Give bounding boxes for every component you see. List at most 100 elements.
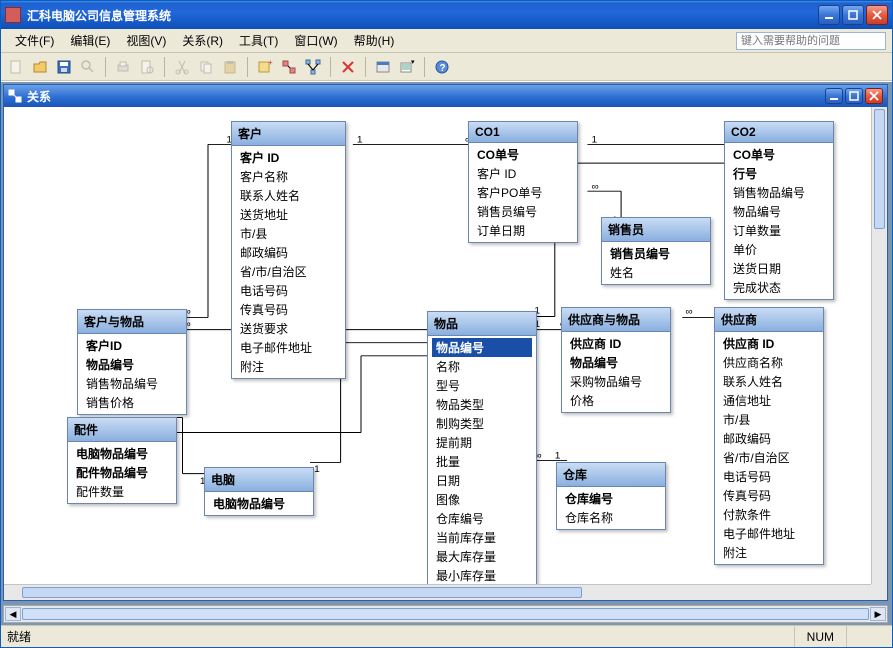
field[interactable]: 送货日期 [729, 259, 829, 278]
search-icon[interactable] [77, 56, 99, 78]
entity-part[interactable]: 配件 电脑物品编号 配件物品编号 配件数量 [67, 417, 177, 504]
field[interactable]: 配件物品编号 [72, 463, 172, 482]
field[interactable]: 物品编号 [82, 355, 182, 374]
entity-header[interactable]: 物品 [428, 312, 536, 336]
field[interactable]: 销售员编号 [606, 244, 706, 263]
field[interactable]: 供应商 ID [566, 334, 666, 353]
entity-header[interactable]: 电脑 [205, 468, 313, 492]
entity-computer[interactable]: 电脑 电脑物品编号 [204, 467, 314, 516]
field[interactable]: 制购类型 [432, 414, 532, 433]
menu-help[interactable]: 帮助(H) [346, 30, 403, 51]
relationship-canvas[interactable]: 1∞ 1∞ 1∞ ∞1 1∞ [4, 107, 871, 584]
field[interactable]: 电话号码 [236, 281, 341, 300]
entity-warehouse[interactable]: 仓库 仓库编号 仓库名称 [556, 462, 666, 530]
field[interactable]: 销售员编号 [473, 202, 573, 221]
child-maximize-button[interactable] [845, 88, 863, 104]
entity-customer[interactable]: 客户 客户 ID 客户名称 联系人姓名 送货地址 市/县 邮政编码 省/市/自治… [231, 121, 346, 379]
help-search-input[interactable] [736, 32, 886, 50]
field[interactable]: 送货要求 [236, 319, 341, 338]
show-direct-icon[interactable] [278, 56, 300, 78]
field[interactable]: 仓库编号 [432, 509, 532, 528]
entity-header[interactable]: 客户 [232, 122, 345, 146]
field[interactable]: 供应商名称 [719, 353, 819, 372]
field[interactable]: 当前库存量 [432, 528, 532, 547]
field[interactable]: CO单号 [473, 145, 573, 164]
scroll-right-icon[interactable]: ▶ [870, 607, 886, 621]
field[interactable]: 电脑物品编号 [209, 494, 309, 513]
field[interactable]: 完成状态 [729, 278, 829, 297]
field[interactable]: 附注 [236, 357, 341, 376]
field[interactable]: CO单号 [729, 145, 829, 164]
field[interactable]: 联系人姓名 [719, 372, 819, 391]
field[interactable]: 邮政编码 [236, 243, 341, 262]
paste-icon[interactable] [219, 56, 241, 78]
entity-header[interactable]: CO2 [725, 122, 833, 143]
field[interactable]: 省/市/自治区 [236, 262, 341, 281]
print-preview-icon[interactable] [136, 56, 158, 78]
delete-icon[interactable] [337, 56, 359, 78]
field[interactable]: 最小库存量 [432, 566, 532, 585]
field[interactable]: 提前期 [432, 433, 532, 452]
field[interactable]: 物品编号 [432, 338, 532, 357]
field[interactable]: 图像 [432, 490, 532, 509]
titlebar[interactable]: 汇科电脑公司信息管理系统 [1, 1, 892, 29]
field[interactable]: 供应商 ID [719, 334, 819, 353]
field[interactable]: 送货地址 [236, 205, 341, 224]
field[interactable]: 姓名 [606, 263, 706, 282]
cut-icon[interactable] [171, 56, 193, 78]
field[interactable]: 销售物品编号 [729, 183, 829, 202]
mdi-horizontal-scrollbar[interactable]: ◀ ▶ [3, 605, 888, 623]
print-icon[interactable] [112, 56, 134, 78]
field[interactable]: 联系人姓名 [236, 186, 341, 205]
field[interactable]: 日期 [432, 471, 532, 490]
scrollbar-thumb[interactable] [22, 608, 869, 620]
menu-edit[interactable]: 编辑(E) [62, 30, 118, 51]
entity-header[interactable]: CO1 [469, 122, 577, 143]
help-icon[interactable]: ? [431, 56, 453, 78]
field[interactable]: 附注 [719, 543, 819, 562]
field[interactable]: 通信地址 [719, 391, 819, 410]
entity-co1[interactable]: CO1 CO单号 客户 ID 客户PO单号 销售员编号 订单日期 [468, 121, 578, 243]
entity-header[interactable]: 仓库 [557, 463, 665, 487]
vertical-scrollbar[interactable] [871, 107, 887, 584]
entity-header[interactable]: 供应商 [715, 308, 823, 332]
field[interactable]: 最大库存量 [432, 547, 532, 566]
field[interactable]: 物品编号 [729, 202, 829, 221]
horizontal-scrollbar[interactable] [4, 584, 871, 600]
field[interactable]: 电脑物品编号 [72, 444, 172, 463]
open-icon[interactable] [29, 56, 51, 78]
entity-supplier[interactable]: 供应商 供应商 ID 供应商名称 联系人姓名 通信地址 市/县 邮政编码 省/市… [714, 307, 824, 565]
scrollbar-thumb[interactable] [874, 109, 885, 229]
minimize-button[interactable] [818, 5, 840, 25]
field[interactable]: 客户 ID [473, 164, 573, 183]
field[interactable]: 传真号码 [236, 300, 341, 319]
entity-header[interactable]: 客户与物品 [78, 310, 186, 334]
child-close-button[interactable] [865, 88, 883, 104]
field[interactable]: 型号 [432, 376, 532, 395]
field[interactable]: 订单数量 [729, 221, 829, 240]
field[interactable]: 行号 [729, 164, 829, 183]
entity-salesman[interactable]: 销售员 销售员编号 姓名 [601, 217, 711, 285]
field[interactable]: 客户名称 [236, 167, 341, 186]
menu-window[interactable]: 窗口(W) [286, 30, 345, 51]
menu-tool[interactable]: 工具(T) [231, 30, 286, 51]
save-icon[interactable] [53, 56, 75, 78]
field[interactable]: 订单日期 [473, 221, 573, 240]
field[interactable]: 单价 [729, 240, 829, 259]
entity-item[interactable]: 物品 物品编号 名称 型号 物品类型 制购类型 提前期 批量 日期 图像 仓库编… [427, 311, 537, 588]
field[interactable]: 批量 [432, 452, 532, 471]
field[interactable]: 仓库名称 [561, 508, 661, 527]
field[interactable]: 名称 [432, 357, 532, 376]
show-table-icon[interactable]: + [254, 56, 276, 78]
child-titlebar[interactable]: 关系 [4, 85, 887, 107]
entity-header[interactable]: 销售员 [602, 218, 710, 242]
field[interactable]: 电子邮件地址 [719, 524, 819, 543]
entity-co2[interactable]: CO2 CO单号 行号 销售物品编号 物品编号 订单数量 单价 送货日期 完成状… [724, 121, 834, 300]
close-button[interactable] [866, 5, 888, 25]
child-minimize-button[interactable] [825, 88, 843, 104]
entity-header[interactable]: 配件 [68, 418, 176, 442]
field[interactable]: 邮政编码 [719, 429, 819, 448]
field[interactable]: 销售物品编号 [82, 374, 182, 393]
field[interactable]: 客户PO单号 [473, 183, 573, 202]
field[interactable]: 仓库编号 [561, 489, 661, 508]
